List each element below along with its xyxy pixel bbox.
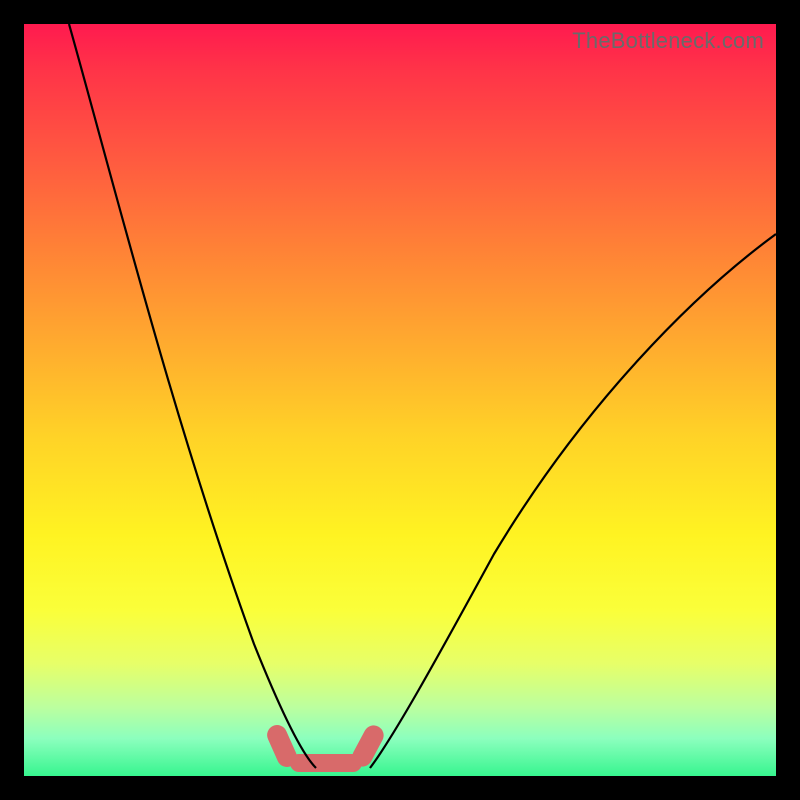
watermark-text: TheBottleneck.com xyxy=(572,28,764,54)
curve-layer xyxy=(24,24,776,776)
chart-plot-area: TheBottleneck.com xyxy=(24,24,776,776)
left-curve xyxy=(69,24,316,768)
right-curve xyxy=(370,234,776,768)
